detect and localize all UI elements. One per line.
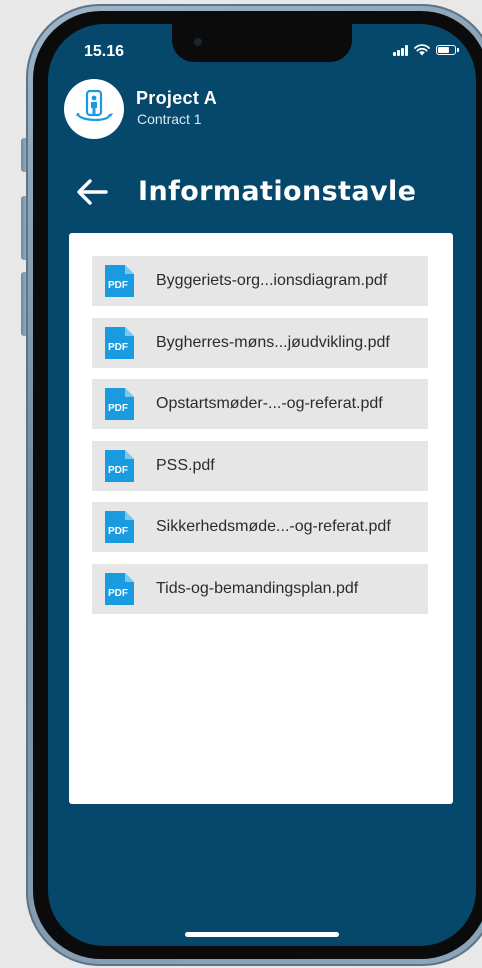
status-icons bbox=[393, 44, 459, 56]
pdf-file-icon: PDF bbox=[102, 388, 134, 420]
file-item[interactable]: PDF Opstartsmøder-...-og-referat.pdf bbox=[92, 379, 428, 429]
pdf-file-icon: PDF bbox=[102, 326, 134, 359]
back-button[interactable] bbox=[72, 174, 112, 210]
file-item[interactable]: PDF Bygherres-møns...jøudvikling.pdf bbox=[92, 317, 428, 368]
status-time: 15.16 bbox=[84, 43, 125, 60]
front-camera bbox=[194, 38, 202, 46]
file-name: PSS.pdf bbox=[156, 456, 215, 474]
notch bbox=[172, 24, 352, 62]
file-item[interactable]: PDF Byggeriets-org...ionsdiagram.pdf bbox=[92, 256, 428, 306]
pdf-file-icon: PDF bbox=[102, 449, 134, 482]
file-name: Tids-og-bemandingsplan.pdf bbox=[156, 579, 359, 597]
contract-name: Contract 1 bbox=[137, 111, 202, 127]
battery-fill bbox=[438, 47, 449, 53]
file-name: Sikkerhedsmøde...-og-referat.pdf bbox=[156, 518, 391, 535]
battery-icon bbox=[436, 45, 459, 55]
pdf-file-icon: PDF bbox=[102, 511, 134, 543]
file-item[interactable]: PDF Sikkerhedsmøde...-og-referat.pdf bbox=[92, 502, 428, 552]
project-logo[interactable] bbox=[64, 79, 124, 139]
file-name: Opstartsmøder-...-og-referat.pdf bbox=[156, 395, 383, 412]
person-rotation-icon bbox=[76, 89, 113, 121]
file-name: Bygherres-møns...jøudvikling.pdf bbox=[156, 333, 390, 351]
project-name: Project A bbox=[136, 88, 218, 108]
wifi-icon bbox=[414, 44, 430, 56]
app-screen: 15.16 Project A Contract 1 Informationst bbox=[48, 24, 476, 946]
home-indicator[interactable] bbox=[185, 932, 339, 937]
pdf-file-icon: PDF bbox=[102, 572, 134, 605]
file-item[interactable]: PDF PSS.pdf bbox=[92, 440, 428, 491]
file-list: PDF Byggeriets-org...ionsdiagram.pdf PDF… bbox=[92, 256, 428, 625]
pdf-file-icon: PDF bbox=[102, 265, 134, 297]
arrow-left-icon bbox=[77, 179, 108, 205]
file-item[interactable]: PDF Tids-og-bemandingsplan.pdf bbox=[92, 563, 428, 614]
content-card: PDF Byggeriets-org...ionsdiagram.pdf PDF… bbox=[69, 233, 453, 804]
page-title: Informationstavle bbox=[138, 176, 417, 207]
cellular-signal-icon bbox=[393, 44, 408, 56]
file-name: Byggeriets-org...ionsdiagram.pdf bbox=[156, 272, 388, 289]
